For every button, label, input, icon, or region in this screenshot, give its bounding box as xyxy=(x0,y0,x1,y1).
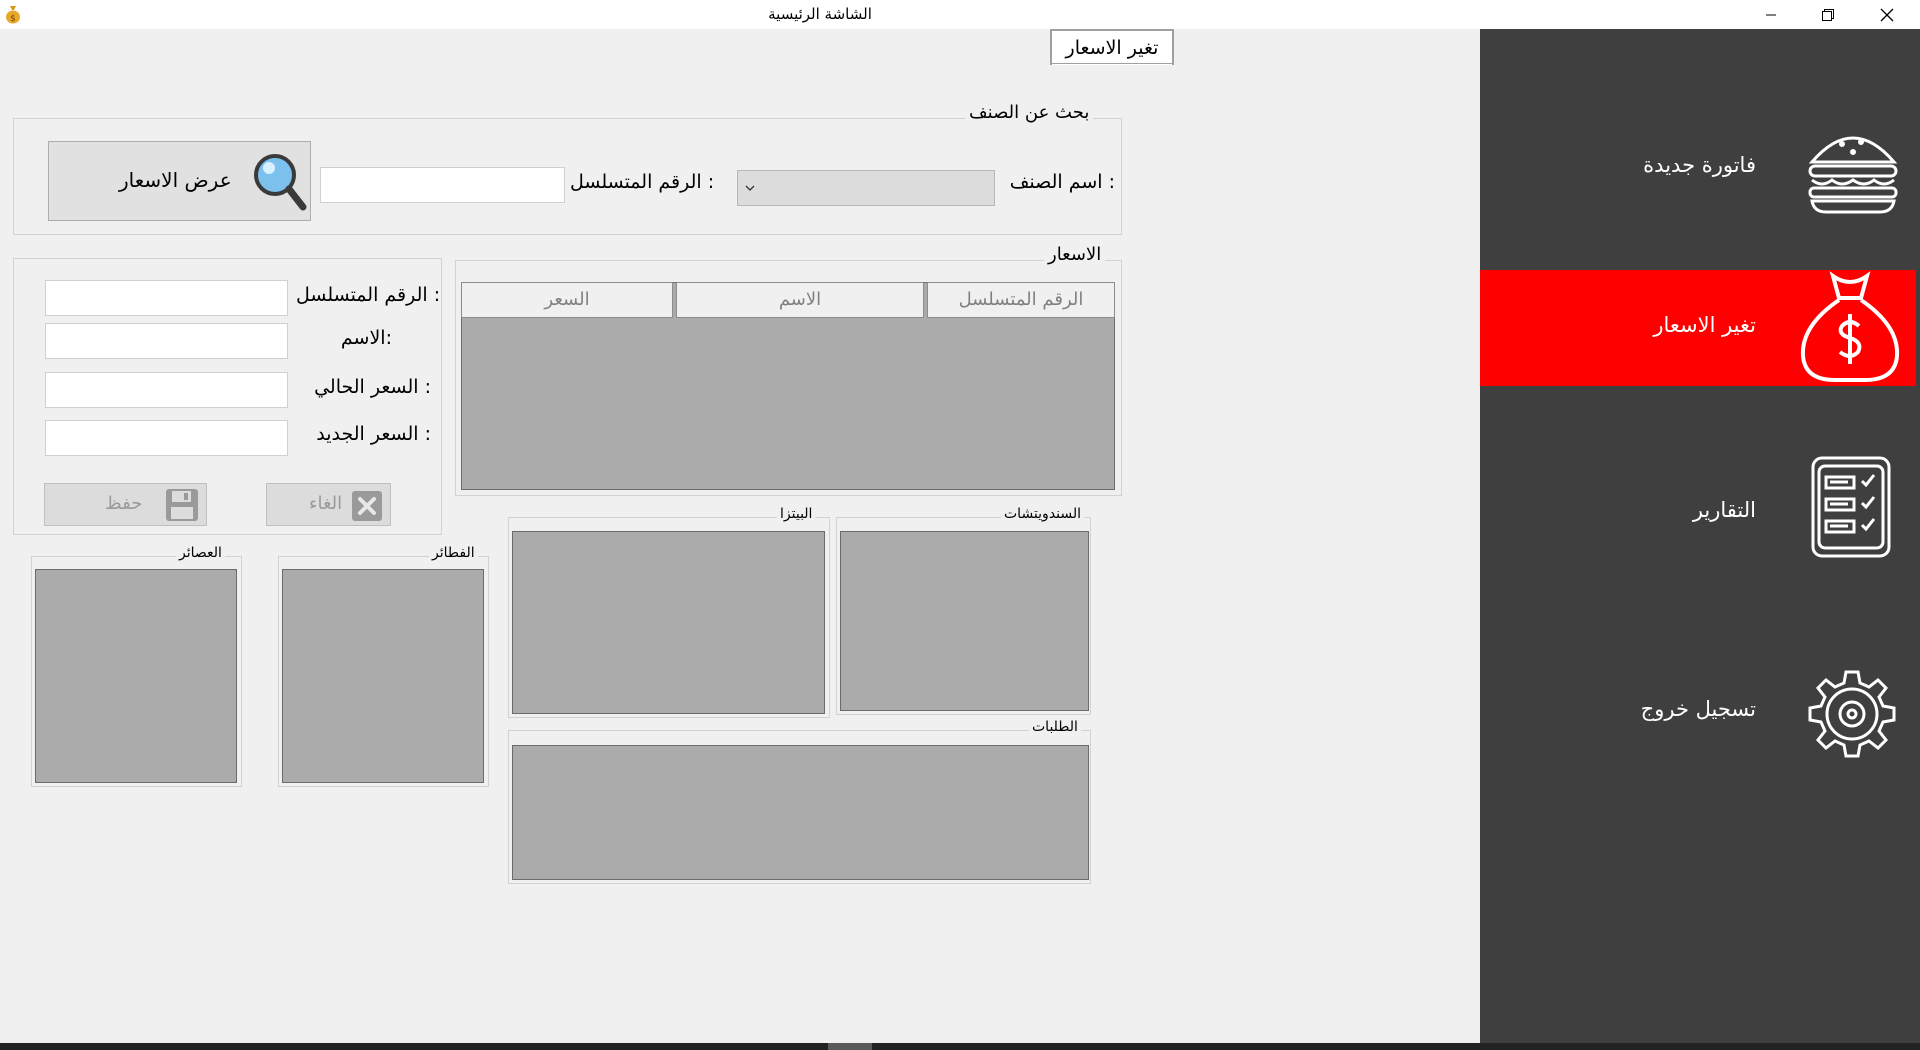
edit-serial-input[interactable] xyxy=(45,280,288,316)
taskbar-strip xyxy=(0,1043,1920,1050)
sidebar-item-label: تسجيل خروج xyxy=(1640,697,1756,721)
sidebar-item-logout[interactable]: تسجيل خروج xyxy=(1480,655,1916,771)
restore-icon xyxy=(1822,8,1834,21)
tab-divider xyxy=(1050,63,1172,64)
magnifier-icon xyxy=(251,151,307,217)
window-title: الشاشة الرئيسية xyxy=(768,5,872,23)
report-icon xyxy=(1810,455,1892,563)
pies-title: الفطائر xyxy=(429,545,478,561)
chevron-down-icon xyxy=(744,177,756,201)
search-title: بحث عن الصنف xyxy=(965,102,1094,123)
save-button[interactable]: حفظ xyxy=(44,483,207,526)
serial-input[interactable] xyxy=(320,167,565,203)
juices-list[interactable] xyxy=(35,569,237,783)
close-icon xyxy=(1880,8,1894,21)
scroll-handle[interactable] xyxy=(828,1043,872,1050)
edit-name-label: الاسم: xyxy=(340,327,392,349)
sidebar-item-label: فاتورة جديدة xyxy=(1643,153,1756,177)
current-price-input[interactable] xyxy=(45,372,288,408)
save-label: حفظ xyxy=(105,493,143,514)
close-button[interactable] xyxy=(1862,0,1912,29)
pizza-list[interactable] xyxy=(512,531,825,714)
cancel-label: الغاء xyxy=(309,493,343,514)
new-price-input[interactable] xyxy=(45,420,288,456)
orders-title: الطلبات xyxy=(1029,719,1081,735)
juices-title: العصائر xyxy=(176,545,225,561)
tab-label: تغير الاسعار xyxy=(1065,37,1159,59)
show-prices-button[interactable]: عرض الاسعار xyxy=(48,141,311,221)
item-name-combobox[interactable] xyxy=(737,170,995,206)
edit-serial-label: الرقم المتسلسل : xyxy=(296,284,441,306)
edit-name-input[interactable] xyxy=(45,323,288,359)
money-bag-icon xyxy=(1795,270,1905,390)
sidebar-item-label: تغير الاسعار xyxy=(1653,313,1756,337)
serial-label: الرقم المتسلسل : xyxy=(570,171,715,193)
sandwiches-title: السندويتشات xyxy=(1001,506,1085,522)
pies-list[interactable] xyxy=(282,569,484,783)
column-header-price[interactable]: السعر xyxy=(461,282,673,318)
sidebar-item-label: التقارير xyxy=(1692,498,1756,522)
sidebar-item-new-invoice[interactable]: فاتورة جديدة xyxy=(1480,108,1916,224)
cancel-x-icon xyxy=(351,490,383,526)
sidebar-item-reports[interactable]: التقارير xyxy=(1480,455,1916,571)
burger-icon xyxy=(1806,128,1900,218)
minimize-icon xyxy=(1766,14,1776,15)
gear-icon xyxy=(1807,669,1897,763)
tab-change-prices[interactable]: تغير الاسعار xyxy=(1050,29,1174,65)
column-header-name[interactable]: الاسم xyxy=(676,282,924,318)
sidebar-item-change-prices[interactable]: تغير الاسعار xyxy=(1480,270,1916,386)
orders-list[interactable] xyxy=(512,745,1089,880)
restore-button[interactable] xyxy=(1803,0,1853,29)
current-price-label: السعر الحالي : xyxy=(314,376,431,398)
sandwiches-list[interactable] xyxy=(840,531,1089,711)
floppy-disk-icon xyxy=(165,488,199,526)
cancel-button[interactable]: الغاء xyxy=(266,483,391,526)
pizza-title: البيتزا xyxy=(777,506,816,522)
show-prices-label: عرض الاسعار xyxy=(119,168,232,192)
prices-title: الاسعار xyxy=(1044,244,1106,265)
item-name-label: اسم الصنف : xyxy=(1009,171,1115,193)
minimize-button[interactable] xyxy=(1746,0,1796,29)
new-price-label: السعر الجديد : xyxy=(316,423,431,445)
column-header-serial[interactable]: الرقم المتسلسل xyxy=(927,282,1115,318)
